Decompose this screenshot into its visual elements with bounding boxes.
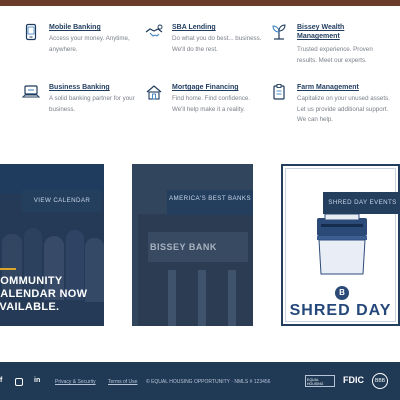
site-footer: f in Privacy & Security Terms of Use © E… (0, 362, 400, 400)
service-title[interactable]: Mobile Banking (49, 23, 101, 32)
instagram-icon[interactable] (15, 378, 23, 386)
laptop-icon (22, 83, 40, 101)
service-title[interactable]: Bissey Wealth Management (297, 23, 367, 41)
americas-best-banks-button[interactable]: AMERICA'S BEST BANKS (167, 190, 253, 215)
top-header-strip (0, 0, 400, 6)
shredder-icon (315, 213, 369, 280)
service-description: A solid banking partner for your busines… (49, 95, 135, 113)
clipboard-icon (270, 83, 288, 101)
footer-notice: © EQUAL HOUSING OPPORTUNITY · NMLS # 123… (146, 379, 271, 385)
view-calendar-button[interactable]: VIEW CALENDAR (22, 190, 102, 212)
service-description: Trusted experience. Proven results. Meet… (297, 46, 373, 64)
fdic-badge: FDIC (343, 375, 364, 385)
wealth-plant-icon (270, 23, 288, 41)
accent-bar (0, 268, 16, 270)
house-icon (145, 83, 163, 101)
terms-of-use-link[interactable]: Terms of Use (108, 379, 137, 385)
shred-day-events-button[interactable]: SHRED DAY EVENTS (323, 192, 398, 214)
bbb-badge: BBB (372, 373, 388, 389)
facebook-icon[interactable]: f (0, 377, 2, 384)
community-calendar-card[interactable]: VIEW CALENDAR COMMUNITY CALENDAR NOW AVA… (0, 164, 104, 326)
service-description: Find home. Find confidence. We'll help m… (172, 95, 251, 113)
equal-housing-lender-badge: EQUAL HOUSING LENDER (305, 375, 335, 387)
linkedin-icon[interactable]: in (34, 377, 40, 384)
service-title[interactable]: Farm Management (297, 83, 359, 92)
service-title[interactable]: SBA Lending (172, 23, 216, 32)
service-title[interactable]: Business Banking (49, 83, 110, 92)
best-banks-card[interactable]: BISSEY BANK AMERICA'S BEST BANKS (132, 164, 253, 326)
calendar-headline: COMMUNITY CALENDAR NOW AVAILABLE. (0, 275, 88, 313)
shred-day-title: SHRED DAY (289, 302, 392, 319)
service-title[interactable]: Mortgage Financing (172, 83, 239, 92)
mobile-phone-icon (22, 23, 40, 41)
handshake-icon (145, 23, 163, 41)
service-description: Do what you do best... business. We'll d… (172, 35, 262, 53)
shred-day-card[interactable]: SHRED DAY EVENTS B SHRED DAY (281, 164, 400, 326)
shred-logo-icon: B (335, 286, 349, 300)
service-description: Capitalize on your unused assets. Let us… (297, 95, 390, 123)
service-description: Access your money. Anytime, anywhere. (49, 35, 130, 53)
privacy-security-link[interactable]: Privacy & Security (55, 379, 96, 385)
